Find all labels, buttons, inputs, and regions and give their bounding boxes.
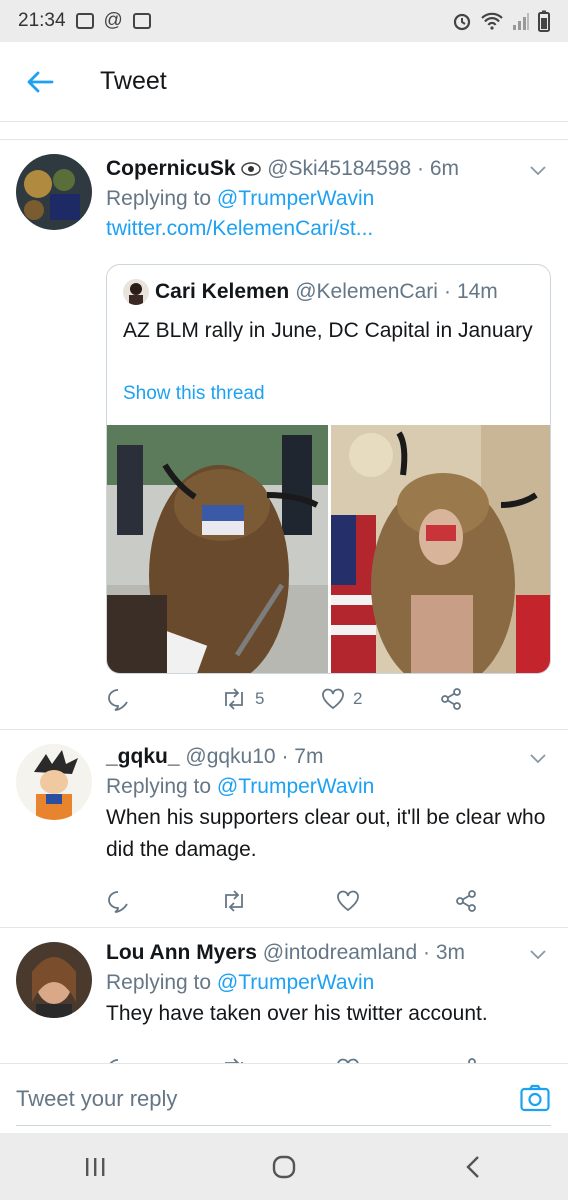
share-icon (441, 688, 461, 710)
arrow-left-icon (27, 71, 54, 92)
quote-avatar (123, 279, 149, 305)
separator-dot: · (281, 745, 289, 768)
quote-time: 14m (456, 280, 498, 303)
signal-icon (513, 13, 529, 30)
tweet-text: They have taken over his twitter account… (106, 1002, 488, 1025)
reply-input[interactable]: Tweet your reply (16, 1076, 551, 1126)
status-time: 21:34 (18, 10, 66, 31)
like-button[interactable]: 2 (321, 688, 439, 710)
user-name[interactable]: _gqku_ (106, 745, 180, 768)
share-button[interactable] (454, 889, 478, 913)
replying-to-link[interactable]: @TrumperWavin (217, 187, 374, 210)
reply-icon (108, 891, 128, 913)
page-title: Tweet (100, 67, 167, 95)
retweet-button[interactable]: 5 (221, 688, 321, 710)
voicemail-icon (132, 13, 151, 29)
recents-button[interactable] (65, 1142, 125, 1192)
avatar[interactable] (16, 154, 92, 230)
share-button[interactable] (439, 687, 463, 711)
tweet-link[interactable]: twitter.com/KelemenCari/st... (106, 214, 552, 244)
at-icon: @ (103, 10, 123, 31)
tweet-text: When his supporters clear out, it'll be … (106, 806, 546, 861)
reply-button[interactable] (106, 687, 221, 711)
tweet-time: 6m (429, 157, 460, 180)
tweet-actions (106, 1054, 486, 1063)
user-handle[interactable]: @Ski45184598 (267, 157, 411, 180)
tweet-actions (106, 886, 486, 916)
app-header: Tweet (0, 42, 568, 122)
back-button[interactable] (20, 62, 60, 102)
retweet-icon (225, 890, 243, 912)
camera-icon[interactable] (520, 1084, 550, 1112)
replying-prefix: Replying to (106, 187, 212, 210)
chevron-down-icon[interactable] (528, 944, 548, 964)
tweet-time: 7m (294, 745, 324, 768)
separator-dot: · (417, 157, 424, 180)
replying-prefix: Replying to (106, 971, 212, 994)
heart-icon (337, 890, 359, 912)
quote-image-1[interactable] (107, 425, 328, 673)
quote-user-name[interactable]: Cari Kelemen (155, 280, 289, 304)
back-nav-button[interactable] (443, 1142, 503, 1192)
user-handle[interactable]: @intodreamland (263, 941, 417, 964)
show-thread-link[interactable]: Show this thread (123, 383, 265, 405)
retweet-button[interactable] (221, 890, 336, 912)
back-icon (466, 1155, 480, 1178)
reply-button[interactable] (106, 889, 221, 913)
share-icon (456, 890, 476, 912)
replying-to-link[interactable]: @TrumperWavin (217, 775, 374, 798)
reply-icon (108, 689, 128, 711)
quote-user-handle[interactable]: @KelemenCari (295, 280, 438, 304)
gallery-icon (75, 13, 94, 29)
home-button[interactable] (254, 1142, 314, 1192)
chevron-down-icon[interactable] (528, 748, 548, 768)
eye-icon (241, 162, 262, 177)
separator-dot: · (423, 941, 430, 964)
wifi-icon (481, 12, 503, 30)
avatar[interactable] (16, 744, 92, 820)
replying-prefix: Replying to (106, 775, 212, 798)
quoted-tweet[interactable]: Cari Kelemen @KelemenCari · 14m AZ BLM r… (106, 264, 551, 674)
recents-icon (85, 1157, 105, 1176)
battery-icon (538, 10, 550, 32)
previous-tweet-sliver (0, 122, 568, 140)
chevron-down-icon[interactable] (528, 160, 548, 180)
tweet-item[interactable]: _gqku_ @gqku10 · 7m Replying to @Trumper… (0, 730, 568, 928)
replying-to: Replying to @TrumperWavin (106, 772, 552, 802)
replying-to: Replying to @TrumperWavin (106, 184, 552, 214)
tweet-time: 3m (435, 941, 466, 964)
replying-to-link[interactable]: @TrumperWavin (217, 971, 374, 994)
reply-composer: Tweet your reply (0, 1063, 568, 1133)
retweet-count: 5 (255, 689, 265, 708)
replying-to: Replying to @TrumperWavin (106, 968, 552, 998)
system-nav-bar (0, 1133, 568, 1200)
quote-text: AZ BLM rally in June, DC Capital in Janu… (123, 319, 533, 342)
heart-icon (322, 688, 344, 710)
home-icon (272, 1155, 296, 1178)
alarm-icon (453, 13, 471, 31)
user-name[interactable]: CopernicuSk (106, 157, 236, 180)
user-name[interactable]: Lou Ann Myers (106, 941, 257, 964)
retweet-icon (225, 688, 243, 710)
quote-image-2[interactable] (331, 425, 550, 673)
tweet-actions: 5 2 (106, 684, 486, 714)
like-count: 2 (353, 689, 363, 708)
separator-dot: · (443, 280, 451, 303)
like-button[interactable] (336, 890, 454, 912)
tweet-item[interactable]: Lou Ann Myers @intodreamland · 3m Replyi… (0, 928, 568, 1063)
tweet-item[interactable]: CopernicuSk @Ski45184598 · 6m Replying t… (0, 140, 568, 730)
status-bar: 21:34 @ (0, 0, 568, 42)
avatar[interactable] (16, 942, 92, 1018)
user-handle[interactable]: @gqku10 (185, 745, 275, 768)
